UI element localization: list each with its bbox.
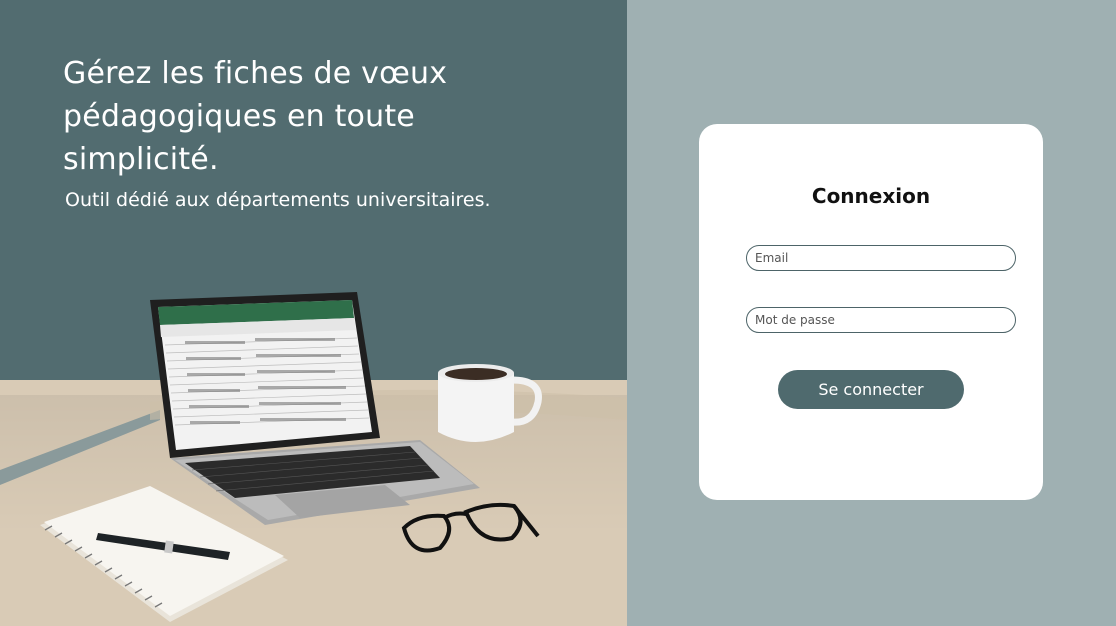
hero-title: Gérez les fiches de vœux pédagogiques en… (63, 56, 448, 177)
login-card: Connexion Se connecter (699, 124, 1043, 500)
password-input[interactable] (746, 307, 1016, 333)
hero-subtitle: Outil dédié aux départements universitai… (65, 189, 491, 211)
glasses-icon (401, 502, 540, 553)
login-page: Gérez les fiches de vœux pédagogiques en… (0, 0, 1116, 626)
login-panel: Connexion Se connecter (627, 0, 1116, 626)
email-input[interactable] (746, 245, 1016, 271)
hero-panel: Gérez les fiches de vœux pédagogiques en… (0, 0, 627, 626)
login-title: Connexion (811, 184, 931, 208)
login-button[interactable]: Se connecter (778, 370, 964, 409)
